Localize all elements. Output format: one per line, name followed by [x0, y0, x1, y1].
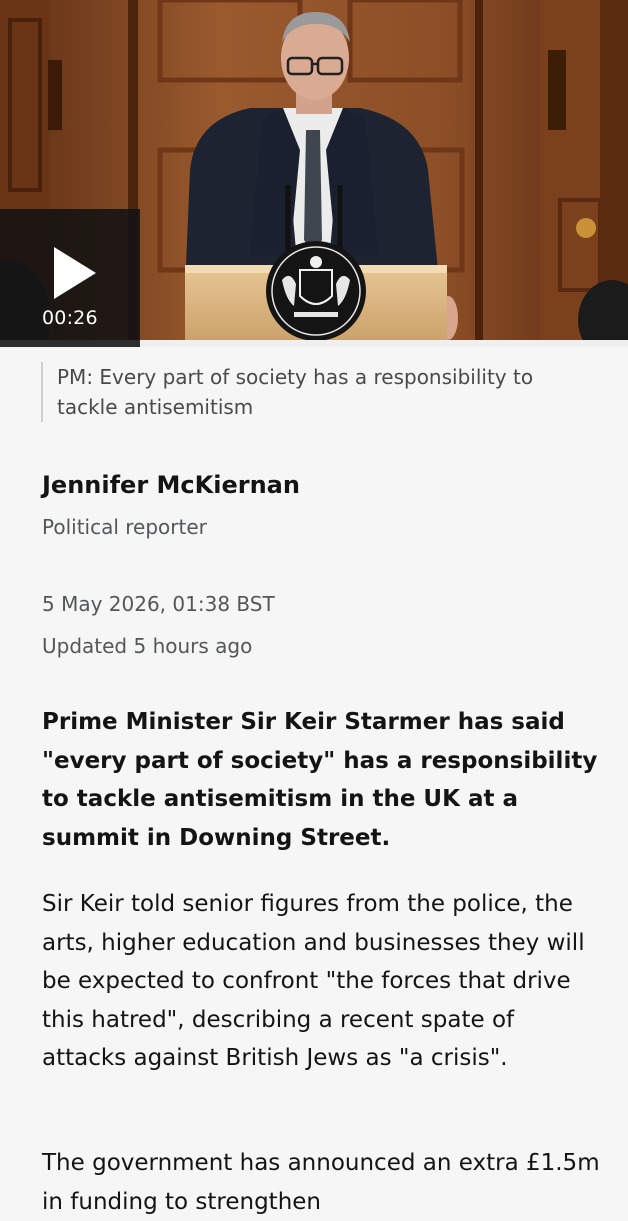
video-caption: PM: Every part of society has a responsi…: [41, 362, 597, 422]
play-icon: [54, 247, 96, 299]
article-paragraph: The government has announced an extra £1…: [42, 1150, 600, 1215]
author-role: Political reporter: [42, 515, 207, 539]
video-duration: 00:26: [42, 307, 98, 329]
video-player[interactable]: 00:26: [0, 0, 628, 347]
article-lead: Prime Minister Sir Keir Starmer has said…: [42, 709, 598, 851]
play-button[interactable]: 00:26: [0, 209, 140, 347]
updated-time: Updated 5 hours ago: [42, 634, 253, 658]
author-name: Jennifer McKiernan: [42, 471, 300, 499]
article-paragraph: Sir Keir told senior figures from the po…: [42, 891, 585, 1071]
publish-date: 5 May 2026, 01:38 BST: [42, 592, 275, 616]
